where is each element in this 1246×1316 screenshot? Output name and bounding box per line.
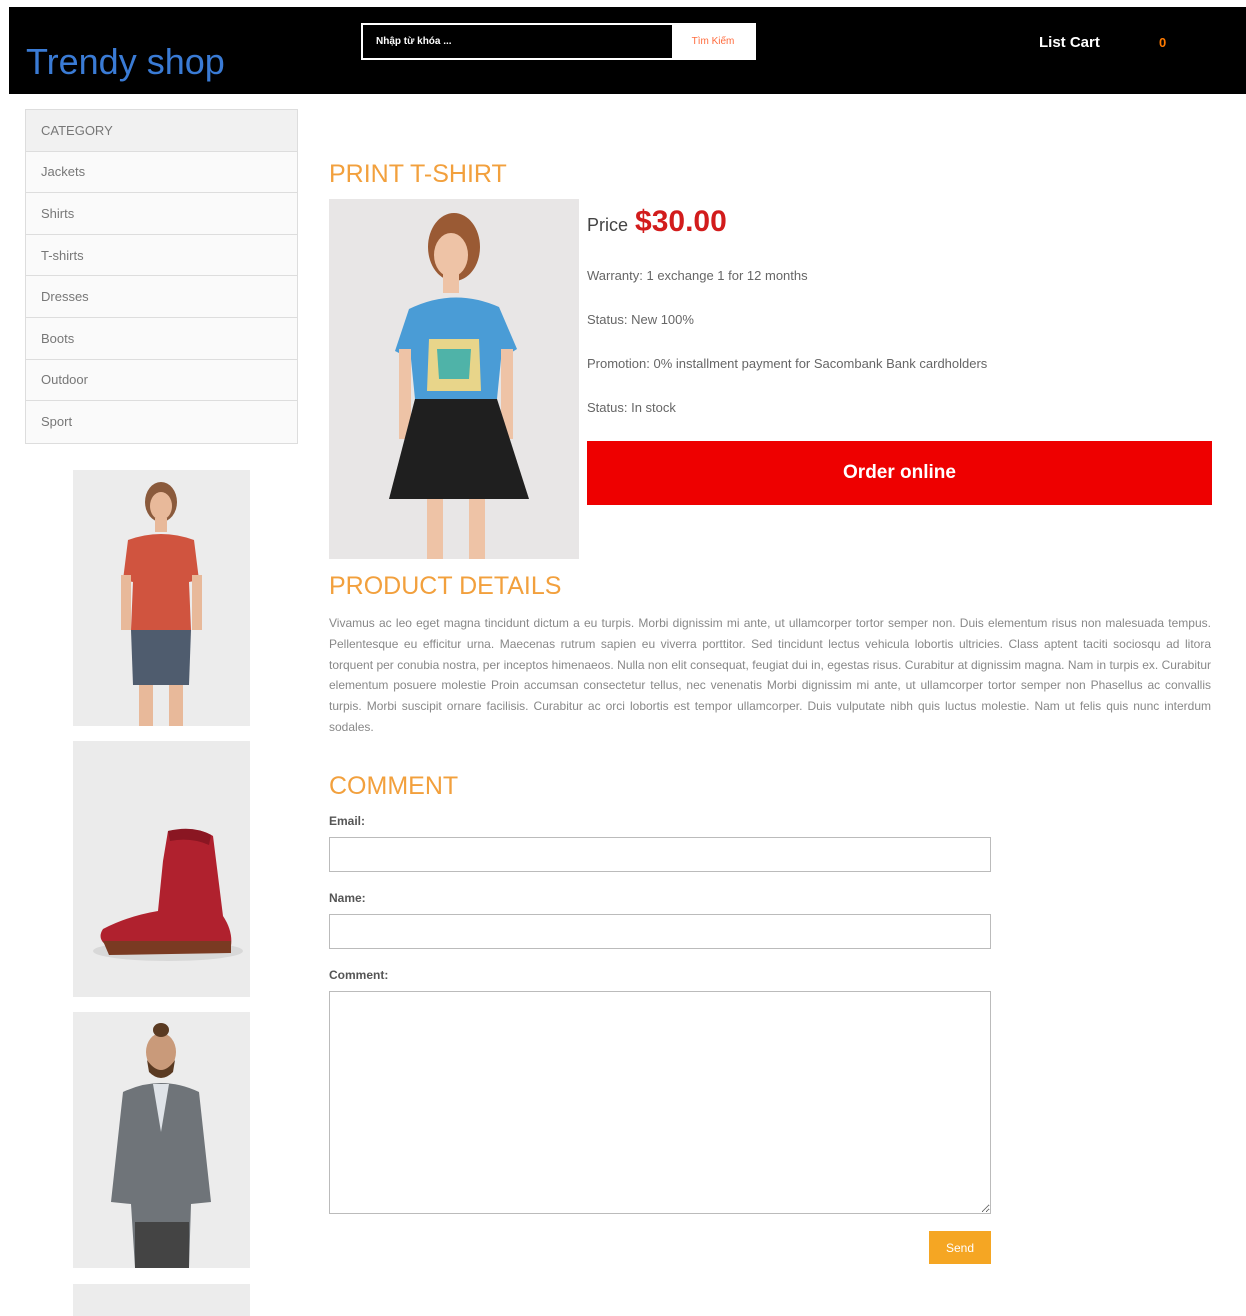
- category-item-dresses[interactable]: Dresses: [26, 276, 297, 318]
- cart-count-badge: 0: [1159, 35, 1167, 50]
- status-condition-text: Status: New 100%: [587, 312, 694, 327]
- order-online-button[interactable]: Order online: [587, 441, 1212, 505]
- category-item-jackets[interactable]: Jackets: [26, 152, 297, 194]
- sidebar-product-image[interactable]: [73, 470, 250, 726]
- woman-red-top-image: [73, 470, 250, 726]
- page: Trendy shop Tìm Kiếm List Cart 0 CATEGOR…: [0, 0, 1246, 1316]
- comment-textarea[interactable]: [329, 991, 991, 1214]
- promotion-text: Promotion: 0% installment payment for Sa…: [587, 356, 988, 371]
- comment-label: Comment:: [329, 968, 389, 982]
- send-button[interactable]: Send: [929, 1231, 991, 1264]
- category-item-boots[interactable]: Boots: [26, 318, 297, 360]
- category-title: CATEGORY: [26, 110, 297, 152]
- search-box: Tìm Kiếm: [361, 23, 756, 60]
- category-item-sport[interactable]: Sport: [26, 401, 297, 443]
- category-menu: CATEGORY Jackets Shirts T-shirts Dresses…: [25, 109, 298, 444]
- sidebar-product-image[interactable]: [73, 1012, 250, 1268]
- category-item-outdoor[interactable]: Outdoor: [26, 360, 297, 402]
- man-grey-jacket-image: [73, 1012, 250, 1268]
- red-boot-image: [73, 741, 250, 997]
- header-bar: Trendy shop Tìm Kiếm List Cart 0: [9, 7, 1246, 94]
- status-stock-text: Status: In stock: [587, 400, 676, 415]
- price-label: Price: [587, 215, 629, 235]
- category-item-tshirts[interactable]: T-shirts: [26, 235, 297, 277]
- email-field[interactable]: [329, 837, 991, 872]
- price-row: Price $30.00: [587, 205, 727, 239]
- price-value: $30.00: [635, 205, 727, 238]
- sidebar-product-image[interactable]: [73, 1284, 250, 1316]
- list-cart-link[interactable]: List Cart: [1039, 34, 1100, 51]
- name-field[interactable]: [329, 914, 991, 949]
- category-item-shirts[interactable]: Shirts: [26, 193, 297, 235]
- site-logo[interactable]: Trendy shop: [26, 41, 225, 83]
- product-details-text: Vivamus ac leo eget magna tincidunt dict…: [329, 616, 1211, 734]
- product-details-title: PRODUCT DETAILS: [329, 572, 562, 600]
- search-input[interactable]: [363, 25, 672, 58]
- product-main-image: [329, 199, 579, 559]
- email-label: Email:: [329, 814, 366, 828]
- search-button[interactable]: Tìm Kiếm: [672, 25, 754, 58]
- product-title: PRINT T-SHIRT: [329, 160, 507, 188]
- comment-title: COMMENT: [329, 772, 459, 800]
- sidebar-product-image[interactable]: [73, 741, 250, 997]
- name-label: Name:: [329, 891, 366, 905]
- warranty-text: Warranty: 1 exchange 1 for 12 months: [587, 268, 808, 283]
- woman-print-tshirt-image: [329, 199, 579, 559]
